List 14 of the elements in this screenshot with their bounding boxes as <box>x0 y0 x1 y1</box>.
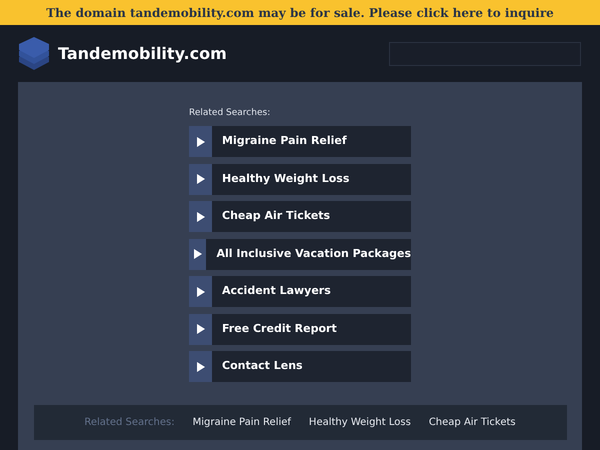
search-link[interactable]: Contact Lens <box>189 351 411 382</box>
search-link[interactable]: All Inclusive Vacation Packages <box>189 238 411 270</box>
footer-label: Related Searches: <box>84 416 175 430</box>
site-name: Tandemobility.com <box>58 42 227 64</box>
sale-banner[interactable]: The domain tandemobility.com may be for sale. Please click here to inquire <box>0 0 600 25</box>
search-link[interactable]: Migraine Pain Relief <box>189 126 411 157</box>
related-searches-label: Related Searches: <box>189 107 272 120</box>
search-link[interactable]: Free Credit Report <box>189 314 411 344</box>
search-link[interactable]: Accident Lawyers <box>189 276 411 307</box>
footer-link[interactable]: Cheap Air Tickets <box>428 415 516 430</box>
search-link[interactable]: Cheap Air Tickets <box>189 201 411 232</box>
search-link[interactable]: Healthy Weight Loss <box>189 164 411 194</box>
footer-link[interactable]: Healthy Weight Loss <box>308 415 411 430</box>
footer-link[interactable]: Migraine Pain Relief <box>192 415 291 430</box>
